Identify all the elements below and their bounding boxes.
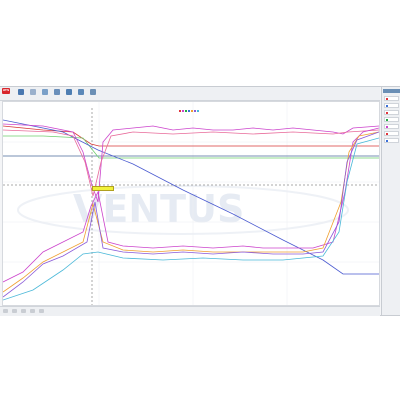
channel-color-icon	[386, 112, 388, 114]
scope-application: ATS VENTUS	[0, 86, 400, 316]
zoom-icon	[42, 89, 48, 95]
channel-item-1[interactable]	[384, 96, 399, 101]
logo-text: ATS	[2, 88, 10, 92]
channel-panel	[381, 87, 400, 315]
channel-color-icon	[386, 98, 388, 100]
channel-panel-header	[383, 89, 400, 93]
legend-color-dots	[179, 97, 200, 112]
channel-item-5[interactable]	[384, 124, 399, 129]
status-item-1[interactable]	[3, 309, 8, 313]
cursor-icon	[30, 89, 36, 95]
toolbar-button-6[interactable]	[76, 88, 86, 98]
legend-dot-icon	[191, 110, 193, 112]
status-item-2[interactable]	[12, 309, 17, 313]
app-logo: ATS	[2, 88, 10, 94]
print-icon	[90, 89, 96, 95]
legend-dot-icon	[188, 110, 190, 112]
channel-color-icon	[386, 105, 388, 107]
toolbar-button-3[interactable]	[40, 88, 50, 98]
channel-item-4[interactable]	[384, 117, 399, 122]
legend-dot-icon	[179, 110, 181, 112]
legend-dot-icon	[194, 110, 196, 112]
export-icon	[78, 89, 84, 95]
channel-item-2[interactable]	[384, 103, 399, 108]
toolbar-button-5[interactable]	[64, 88, 74, 98]
legend-dot-icon	[185, 110, 187, 112]
waveform-chart[interactable]: VENTUS	[2, 102, 380, 305]
trace-green-level	[3, 135, 379, 159]
channel-item-6[interactable]	[384, 131, 399, 136]
save-icon	[66, 89, 72, 95]
channel-item-7[interactable]	[384, 138, 399, 143]
channel-item-3[interactable]	[384, 110, 399, 115]
channel-color-icon	[386, 119, 388, 121]
channel-color-icon	[386, 126, 388, 128]
toolbar-button-1[interactable]	[16, 88, 26, 98]
grid-icon	[54, 89, 60, 95]
status-item-4[interactable]	[30, 309, 35, 313]
settings-icon	[18, 89, 24, 95]
toolbar-button-4[interactable]	[52, 88, 62, 98]
status-bar	[0, 306, 380, 316]
status-item-3[interactable]	[21, 309, 26, 313]
channel-color-icon	[386, 133, 388, 135]
toolbar-button-7[interactable]	[88, 88, 98, 98]
legend-dot-icon	[182, 110, 184, 112]
status-item-5[interactable]	[39, 309, 44, 313]
legend-dot-icon	[197, 110, 199, 112]
waveform-plot-area[interactable]: VENTUS	[2, 101, 380, 306]
toolbar-button-2[interactable]	[28, 88, 38, 98]
cursor-readout-tag	[92, 186, 114, 191]
channel-color-icon	[386, 140, 388, 142]
